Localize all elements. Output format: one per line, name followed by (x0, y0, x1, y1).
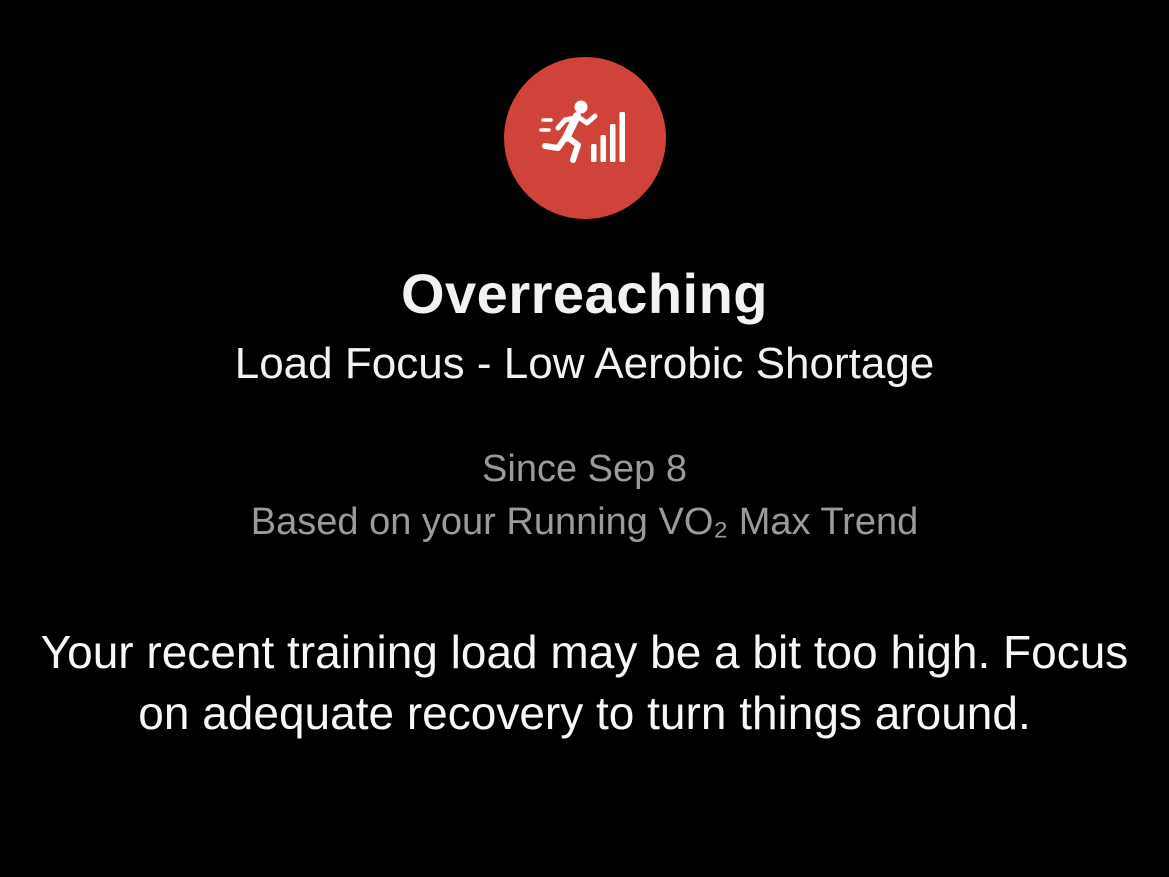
running-load-icon (504, 57, 666, 219)
based-on-text: Based on your Running VO₂ Max Trend (250, 501, 919, 543)
status-title: Overreaching (400, 262, 769, 325)
since-date: Since Sep 8 (482, 448, 687, 490)
status-description: Your recent training load may be a bit t… (40, 626, 1129, 739)
runner-bars-icon (539, 100, 625, 163)
status-subtitle: Load Focus - Low Aerobic Shortage (234, 339, 935, 388)
training-status-screen: Overreaching Load Focus - Low Aerobic Sh… (0, 0, 1169, 877)
